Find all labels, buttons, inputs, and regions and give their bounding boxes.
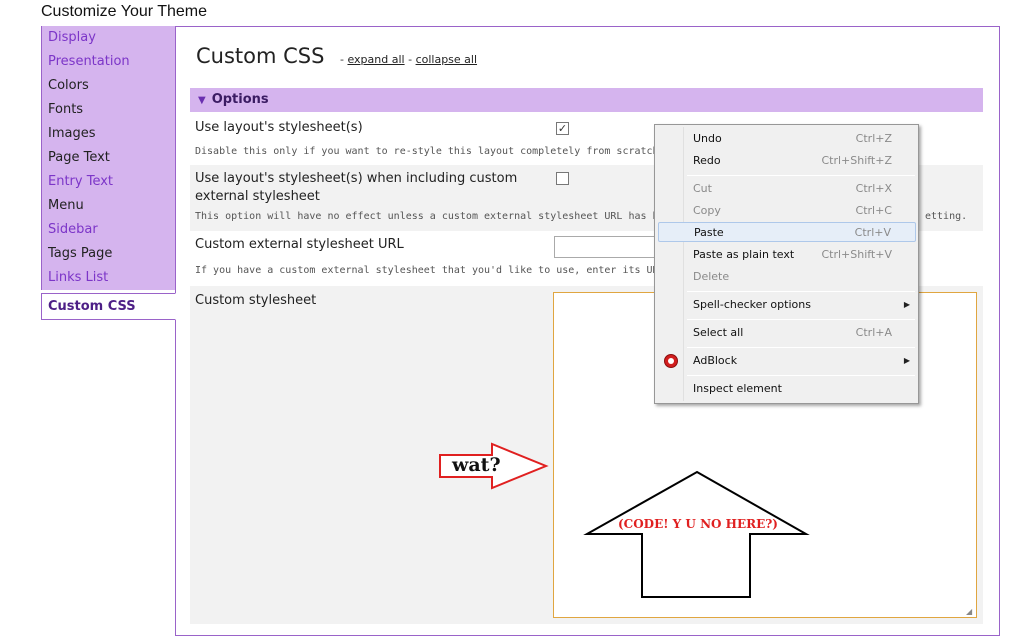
menu-item-paste[interactable]: Paste Ctrl+V bbox=[658, 222, 916, 242]
menu-item-inspect-element[interactable]: Inspect element bbox=[658, 379, 916, 399]
menu-item-copy[interactable]: Copy Ctrl+C bbox=[658, 201, 916, 221]
menu-separator bbox=[687, 375, 915, 376]
submenu-arrow-icon: ▶ bbox=[903, 356, 910, 365]
menu-item-adblock[interactable]: AdBlock ▶ bbox=[658, 351, 916, 371]
up-arrow bbox=[583, 470, 810, 598]
menu-separator bbox=[687, 319, 915, 320]
context-menu: Undo Ctrl+Z Redo Ctrl+Shift+Z Cut Ctrl+X… bbox=[654, 124, 919, 404]
menu-separator bbox=[687, 291, 915, 292]
menu-separator bbox=[687, 347, 915, 348]
menu-separator bbox=[687, 175, 915, 176]
menu-item-paste-plain[interactable]: Paste as plain text Ctrl+Shift+V bbox=[658, 245, 916, 265]
menu-item-delete[interactable]: Delete bbox=[658, 267, 916, 287]
menu-item-redo[interactable]: Redo Ctrl+Shift+Z bbox=[658, 151, 916, 171]
menu-item-select-all[interactable]: Select all Ctrl+A bbox=[658, 323, 916, 343]
menu-item-cut[interactable]: Cut Ctrl+X bbox=[658, 179, 916, 199]
menu-item-spell-checker[interactable]: Spell-checker options ▶ bbox=[658, 295, 916, 315]
submenu-arrow-icon: ▶ bbox=[903, 300, 910, 309]
menu-item-undo[interactable]: Undo Ctrl+Z bbox=[658, 129, 916, 149]
adblock-icon bbox=[664, 354, 678, 368]
wat-label: wat? bbox=[451, 454, 501, 476]
code-label: (CODE! Y U NO HERE?) bbox=[618, 517, 778, 531]
